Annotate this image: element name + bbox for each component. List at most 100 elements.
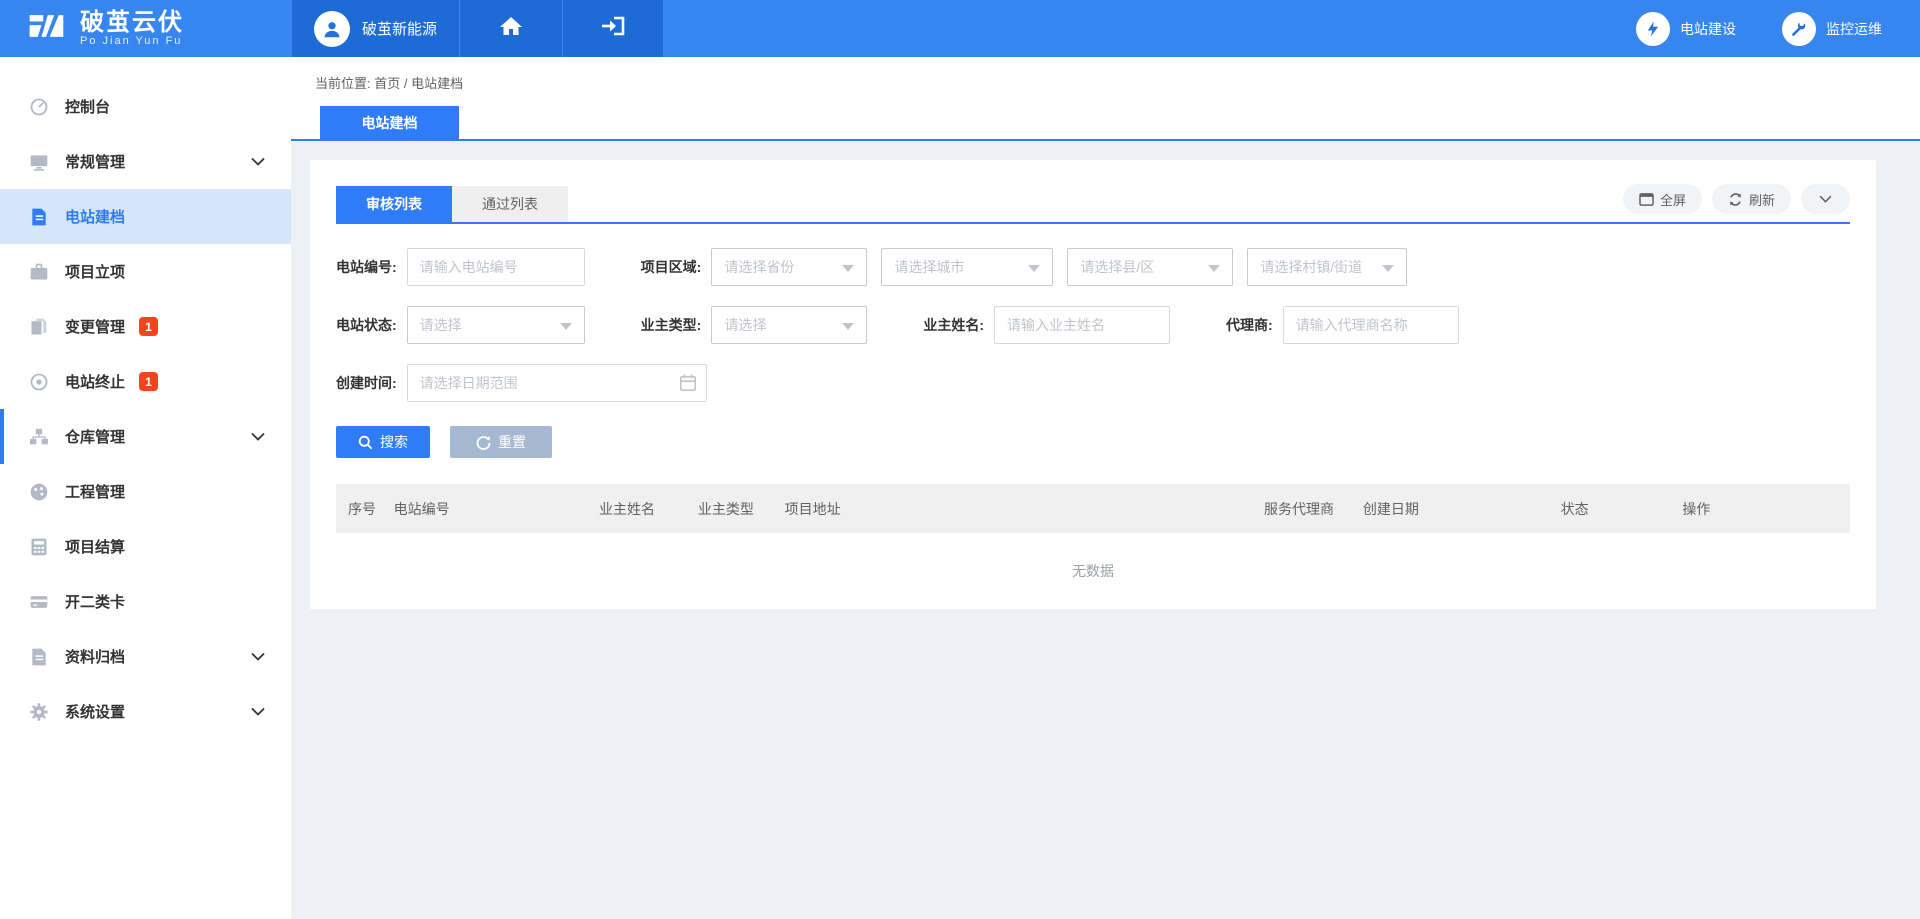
caret-down-icon (1382, 265, 1394, 272)
county-select[interactable]: 请选择县/区 (1067, 248, 1233, 286)
mode-monitor-ops[interactable]: 监控运维 (1782, 12, 1882, 46)
province-select[interactable]: 请选择省份 (711, 248, 867, 286)
panel-tabs: 审核列表 通过列表 全屏 (336, 184, 1850, 224)
document-icon (28, 206, 50, 228)
sidebar-item-engineering-mgmt[interactable]: 工程管理 (0, 464, 291, 519)
chevron-down-icon (1819, 195, 1832, 203)
logout-button[interactable] (562, 0, 663, 57)
breadcrumb-path[interactable]: 首页 / 电站建档 (374, 76, 463, 91)
station-no-label: 电站编号: (336, 257, 397, 277)
bolt-icon (1636, 12, 1670, 46)
sidebar: 控制台 常规管理 电站建档 项目立项 (0, 57, 291, 919)
results-table: 序号 电站编号 业主姓名 业主类型 项目地址 服务代理商 创建日期 状态 操作 (336, 484, 1850, 533)
copy-icon (28, 316, 50, 338)
reset-button[interactable]: 重置 (450, 426, 552, 458)
station-status-label: 电站状态: (336, 315, 397, 335)
col-status: 状态 (1549, 484, 1671, 533)
logo-subtitle: Po Jian Yun Fu (80, 35, 184, 47)
sidebar-item-project-settlement[interactable]: 项目结算 (0, 519, 291, 574)
caret-down-icon (842, 265, 854, 272)
chevron-down-icon (251, 153, 265, 171)
col-service-agent: 服务代理商 (1252, 484, 1351, 533)
home-icon (499, 15, 523, 42)
filter-row-1: 电站编号: 项目区域: 请选择省份 请选择城市 请选择县/区 (336, 248, 1850, 286)
mode-monitor-ops-label: 监控运维 (1826, 19, 1882, 39)
mode-station-build-label: 电站建设 (1680, 19, 1736, 39)
avatar (314, 11, 350, 47)
gauge-icon (28, 481, 50, 503)
sidebar-item-warehouse-mgmt[interactable]: 仓库管理 (0, 409, 291, 464)
content: 审核列表 通过列表 全屏 (291, 141, 1920, 609)
logo: 破茧云伏 Po Jian Yun Fu (0, 0, 291, 57)
search-icon (358, 435, 373, 450)
collapse-button[interactable] (1801, 184, 1850, 214)
chevron-down-icon (251, 428, 265, 446)
panel-toolbar: 全屏 刷新 (1623, 184, 1850, 222)
calendar-icon (679, 373, 697, 397)
region-label: 项目区域: (641, 257, 702, 277)
search-button[interactable]: 搜索 (336, 426, 430, 458)
caret-down-icon (842, 323, 854, 330)
sidebar-item-general-mgmt[interactable]: 常规管理 (0, 134, 291, 189)
app-header: 破茧云伏 Po Jian Yun Fu 破茧新能源 (0, 0, 1920, 57)
header-right: 电站建设 监控运维 (1636, 0, 1920, 57)
mode-station-build[interactable]: 电站建设 (1636, 12, 1736, 46)
change-mgmt-badge: 1 (139, 317, 158, 336)
refresh-button[interactable]: 刷新 (1712, 184, 1791, 214)
owner-name-input[interactable] (994, 306, 1170, 344)
sidebar-item-station-filing[interactable]: 电站建档 (0, 189, 291, 244)
chevron-down-icon (251, 703, 265, 721)
col-index: 序号 (336, 484, 382, 533)
col-station-no: 电站编号 (382, 484, 587, 533)
sidebar-item-change-mgmt[interactable]: 变更管理 1 (0, 299, 291, 354)
page-tab-station-filing[interactable]: 电站建档 (320, 106, 459, 139)
station-no-input[interactable] (407, 248, 585, 286)
tab-passed-list[interactable]: 通过列表 (452, 186, 568, 222)
credit-card-icon (28, 591, 50, 613)
active-indicator-bar (0, 409, 4, 464)
sitemap-icon (28, 426, 50, 448)
create-time-label: 创建时间: (336, 373, 397, 393)
agent-input[interactable] (1283, 306, 1459, 344)
breadcrumb: 当前位置: 首页 / 电站建档 (291, 57, 1920, 106)
empty-state: 无数据 (336, 533, 1850, 609)
sidebar-item-open-card[interactable]: 开二类卡 (0, 574, 291, 629)
filter-row-2: 电站状态: 请选择 业主类型: 请选择 业主姓名: 代理商: (336, 306, 1850, 344)
calculator-icon (28, 536, 50, 558)
breadcrumb-prefix: 当前位置: (315, 76, 371, 91)
village-select[interactable]: 请选择村镇/街道 (1247, 248, 1407, 286)
sidebar-item-data-archive[interactable]: 资料归档 (0, 629, 291, 684)
home-button[interactable] (459, 0, 562, 57)
briefcase-icon (28, 261, 50, 283)
col-owner-type: 业主类型 (686, 484, 773, 533)
sidebar-item-system-settings[interactable]: 系统设置 (0, 684, 291, 739)
fullscreen-button[interactable]: 全屏 (1623, 184, 1702, 214)
file-icon (28, 646, 50, 668)
logo-icon (24, 6, 68, 51)
sidebar-item-console[interactable]: 控制台 (0, 79, 291, 134)
filter-form: 电站编号: 项目区域: 请选择省份 请选择城市 请选择县/区 (336, 224, 1850, 402)
reset-icon (476, 435, 491, 450)
owner-type-select[interactable]: 请选择 (711, 306, 867, 344)
sidebar-item-station-termination[interactable]: 电站终止 1 (0, 354, 291, 409)
col-create-date: 创建日期 (1351, 484, 1549, 533)
record-circle-icon (28, 371, 50, 393)
caret-down-icon (1028, 265, 1040, 272)
owner-name-label: 业主姓名: (923, 315, 984, 335)
header-user[interactable]: 破茧新能源 (291, 0, 459, 57)
caret-down-icon (560, 323, 572, 330)
table-header-row: 序号 电站编号 业主姓名 业主类型 项目地址 服务代理商 创建日期 状态 操作 (336, 484, 1850, 533)
tab-review-list[interactable]: 审核列表 (336, 186, 452, 222)
refresh-icon (1728, 192, 1743, 207)
agent-label: 代理商: (1226, 315, 1273, 335)
col-operation: 操作 (1670, 484, 1850, 533)
filter-row-3: 创建时间: (336, 364, 1850, 402)
date-range-input[interactable] (407, 364, 707, 402)
city-select[interactable]: 请选择城市 (881, 248, 1053, 286)
header-user-name: 破茧新能源 (362, 18, 437, 39)
sidebar-item-project-initiation[interactable]: 项目立项 (0, 244, 291, 299)
chevron-down-icon (251, 648, 265, 666)
station-status-select[interactable]: 请选择 (407, 306, 585, 344)
topbar: 当前位置: 首页 / 电站建档 电站建档 (291, 57, 1920, 141)
fullscreen-icon (1639, 193, 1654, 206)
